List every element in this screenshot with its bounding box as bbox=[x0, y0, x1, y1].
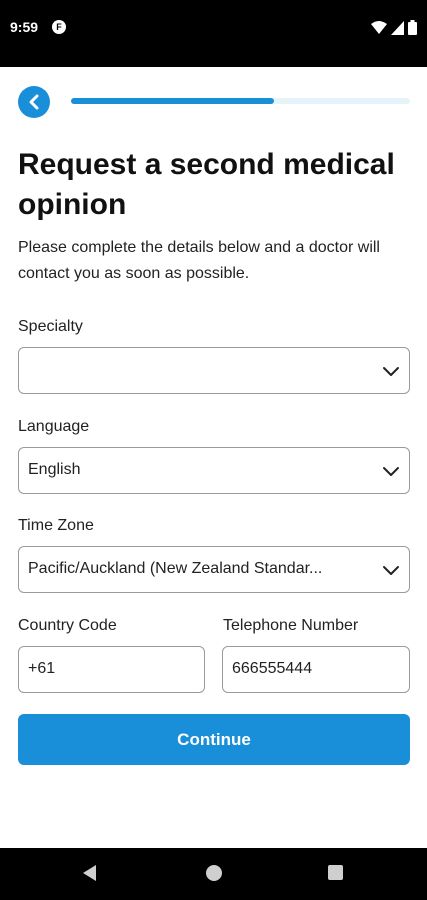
telephone-field[interactable]: 666555444 bbox=[222, 646, 410, 693]
nav-recents-icon[interactable] bbox=[328, 865, 343, 880]
progress-fill bbox=[71, 98, 275, 104]
page-title: Request a second medical opinion bbox=[18, 148, 395, 221]
header bbox=[18, 86, 410, 118]
battery-icon bbox=[408, 20, 417, 35]
telephone-value: 666555444 bbox=[232, 660, 313, 677]
chevron-down-icon bbox=[383, 566, 399, 575]
wifi-icon bbox=[371, 20, 387, 34]
language-select[interactable]: English bbox=[18, 447, 410, 494]
status-time: 9:59 bbox=[10, 19, 39, 35]
system-nav-bar bbox=[0, 848, 427, 900]
nav-back-icon[interactable] bbox=[83, 865, 96, 881]
chevron-down-icon bbox=[383, 467, 399, 476]
country-code-field[interactable]: +61 bbox=[18, 646, 205, 693]
specialty-select[interactable] bbox=[18, 347, 410, 394]
back-arrow-icon bbox=[29, 94, 39, 110]
telephone-label: Telephone Number bbox=[223, 617, 359, 634]
time-zone-select[interactable]: Pacific/Auckland (New Zealand Standar... bbox=[18, 546, 410, 593]
status-icons bbox=[371, 20, 417, 35]
country-code-label: Country Code bbox=[18, 617, 117, 634]
nav-home-icon[interactable] bbox=[206, 865, 222, 881]
back-button[interactable] bbox=[18, 86, 50, 118]
status-bar: 9:59 F bbox=[0, 0, 427, 67]
continue-button[interactable]: Continue bbox=[18, 714, 410, 765]
language-value: English bbox=[28, 461, 81, 478]
progress-bar bbox=[71, 98, 410, 104]
time-zone-label: Time Zone bbox=[18, 517, 94, 534]
app-notification-icon: F bbox=[52, 20, 66, 34]
country-code-value: +61 bbox=[28, 660, 56, 677]
chevron-down-icon bbox=[383, 367, 399, 376]
time-zone-value: Pacific/Auckland (New Zealand Standar... bbox=[28, 560, 323, 577]
language-label: Language bbox=[18, 418, 90, 435]
page-subtitle: Please complete the details below and a … bbox=[18, 239, 380, 282]
signal-icon bbox=[391, 20, 404, 35]
specialty-label: Specialty bbox=[18, 318, 83, 335]
